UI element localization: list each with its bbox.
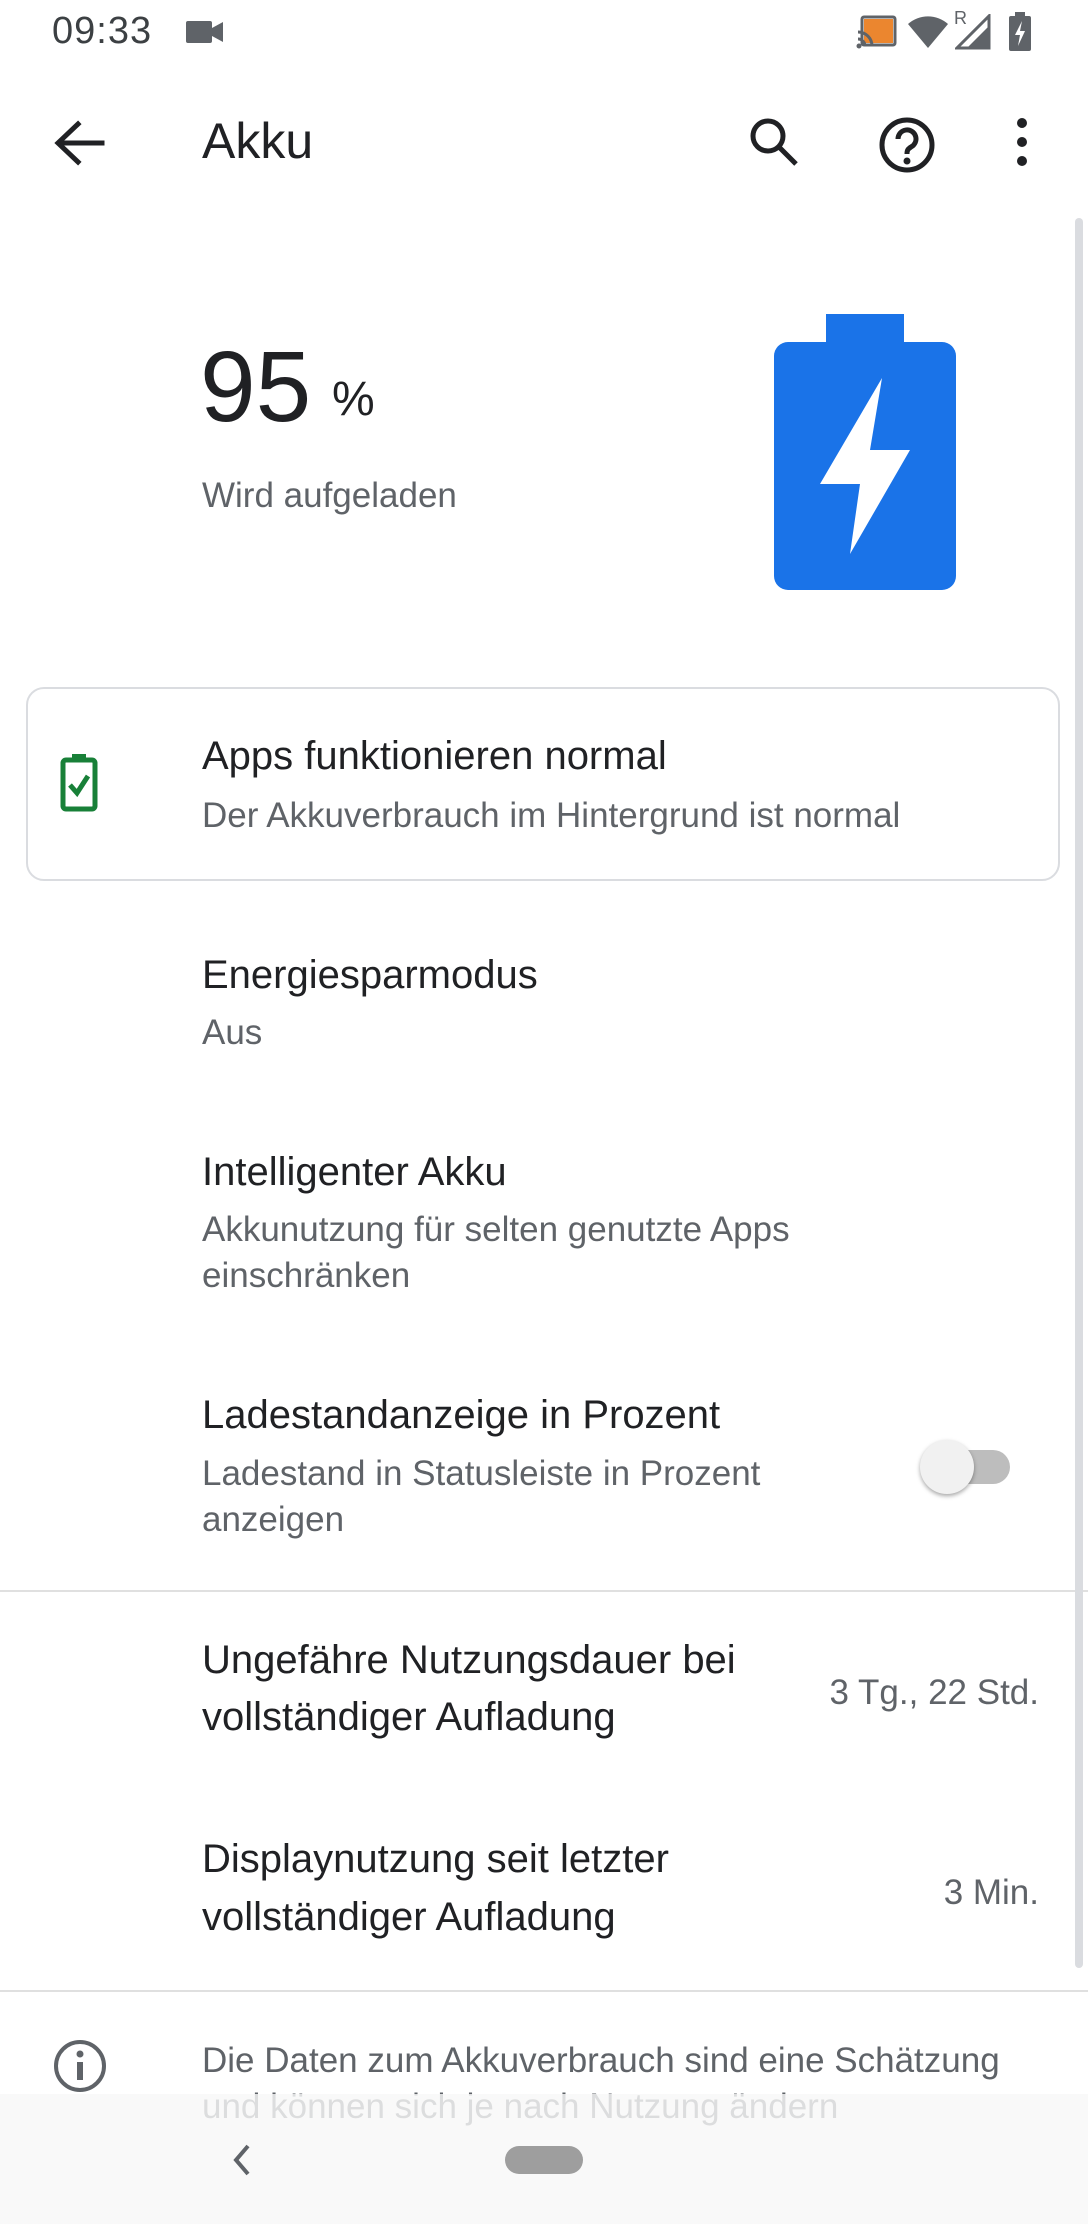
usage-title-line1: Ungefähre Nutzungsdauer bei	[202, 1638, 736, 1682]
battery-level-number: 95	[200, 331, 312, 443]
scrollbar[interactable]	[1075, 218, 1083, 1968]
usage-title-line2: vollständiger Aufladung	[202, 1695, 616, 1739]
usage-value: 3 Tg., 22 Std.	[829, 1673, 1040, 1712]
more-vert-icon[interactable]	[1008, 116, 1036, 168]
page-title: Akku	[202, 113, 314, 169]
battery-charging-icon	[1009, 12, 1031, 51]
tip-card-subtitle: Der Akkuverbrauch im Hintergrund ist nor…	[202, 796, 901, 835]
home-pill-icon[interactable]	[505, 2146, 583, 2174]
setting-title: Intelligenter Akku	[202, 1150, 507, 1194]
charging-status: Wird aufgeladen	[202, 476, 457, 515]
battery-charging-large-icon	[774, 314, 956, 590]
tip-card-title: Apps funktionieren normal	[202, 734, 667, 778]
section-divider	[0, 1990, 1088, 1992]
usage-value: 3 Min.	[943, 1873, 1039, 1912]
info-icon	[54, 2040, 106, 2092]
arrow-back-icon[interactable]	[52, 118, 108, 168]
toggle-thumb	[920, 1440, 974, 1494]
usage-title-line2: vollständiger Aufladung	[202, 1895, 616, 1939]
video-camera-icon	[186, 21, 223, 43]
battery-check-icon	[60, 754, 98, 812]
tip-card[interactable]	[26, 687, 1060, 881]
setting-subtitle: Akkunutzung für selten genutzte Apps ein…	[202, 1210, 790, 1295]
battery-level-unit: %	[332, 373, 375, 426]
wifi-icon	[908, 16, 948, 48]
setting-battery-saver[interactable]	[0, 930, 1070, 1070]
section-divider	[0, 1590, 1088, 1592]
search-icon[interactable]	[748, 116, 800, 168]
signal-roaming-icon	[955, 14, 991, 50]
setting-title: Energiesparmodus	[202, 953, 538, 997]
cast-icon	[856, 15, 897, 49]
nav-back-chevron-icon[interactable]	[228, 2140, 254, 2180]
setting-subtitle: Aus	[202, 1013, 263, 1052]
help-circle-icon[interactable]	[878, 116, 936, 174]
status-time: 09:33	[52, 10, 153, 52]
setting-title: Ladestandanzeige in Prozent	[202, 1393, 721, 1437]
setting-subtitle: Ladestand in Statusleiste in Prozent anz…	[202, 1454, 761, 1539]
usage-title-line1: Displaynutzung seit letzter	[202, 1837, 669, 1881]
